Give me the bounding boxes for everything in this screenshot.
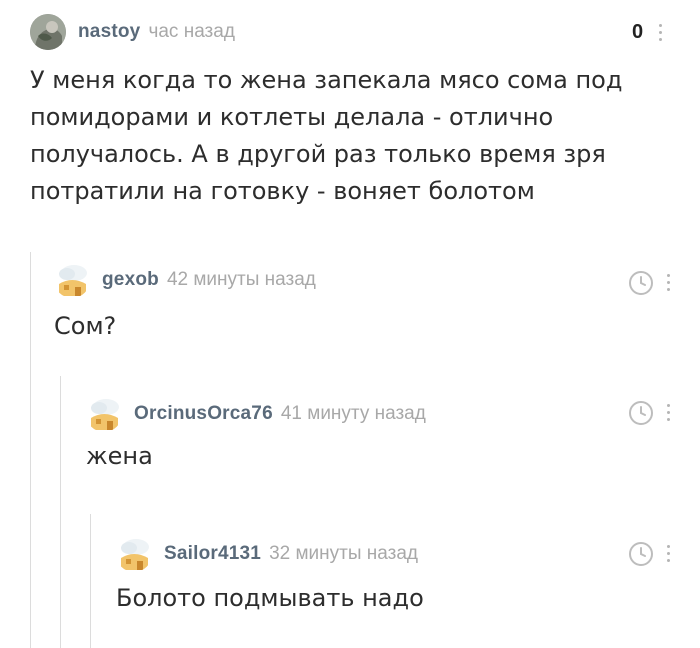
more-dots-icon[interactable] — [665, 404, 671, 421]
comment-header: OrcinusOrca76 41 минуту назад — [86, 396, 646, 432]
thread-line-level-3[interactable] — [90, 514, 91, 648]
comment-time[interactable]: час назад — [148, 21, 234, 43]
clock-icon[interactable] — [628, 400, 654, 426]
more-dots-icon[interactable] — [665, 545, 671, 562]
default-avatar-icon — [54, 262, 90, 298]
comment-time[interactable]: 41 минуту назад — [281, 403, 426, 425]
comment-root: nastoy час назад У меня когда то жена за… — [30, 14, 670, 210]
comment-header: nastoy час назад — [30, 14, 670, 50]
comment-reply-3: Sailor4131 32 минуты назад Болото подмыв… — [116, 536, 636, 617]
username[interactable]: OrcinusOrca76 — [134, 403, 273, 425]
clock-icon[interactable] — [628, 541, 654, 567]
comment-reply-2: OrcinusOrca76 41 минуту назад жена — [86, 396, 646, 475]
thread-line-level-2[interactable] — [60, 376, 61, 648]
comment-text: У меня когда то жена запекала мясо сома … — [30, 66, 623, 205]
clock-icon[interactable] — [628, 270, 654, 296]
more-dots-icon[interactable] — [665, 274, 671, 291]
user-avatar[interactable] — [116, 536, 152, 572]
user-avatar[interactable] — [86, 396, 122, 432]
comment-header: Sailor4131 32 минуты назад — [116, 536, 636, 572]
comment-text: жена — [86, 442, 153, 470]
comment-time[interactable]: 32 минуты назад — [269, 543, 418, 565]
username[interactable]: Sailor4131 — [164, 543, 261, 565]
comment-rating: 0 — [632, 21, 644, 43]
user-avatar[interactable] — [30, 14, 66, 50]
comments-page: nastoy час назад У меня когда то жена за… — [0, 0, 700, 648]
username[interactable]: gexob — [102, 269, 159, 291]
default-avatar-icon — [86, 396, 122, 432]
photo-avatar-icon — [30, 14, 66, 50]
more-dots-icon[interactable] — [657, 24, 663, 41]
user-avatar[interactable] — [54, 262, 90, 298]
default-avatar-icon — [116, 536, 152, 572]
thread-line-level-1[interactable] — [30, 252, 31, 648]
comment-time[interactable]: 42 минуты назад — [167, 269, 316, 291]
comment-text: Сом? — [54, 312, 117, 340]
comment-text: Болото подмывать надо — [116, 584, 424, 612]
comment-header: gexob 42 минуты назад — [54, 262, 654, 298]
username[interactable]: nastoy — [78, 21, 140, 43]
comment-reply-1: gexob 42 минуты назад Сом? — [54, 262, 654, 345]
